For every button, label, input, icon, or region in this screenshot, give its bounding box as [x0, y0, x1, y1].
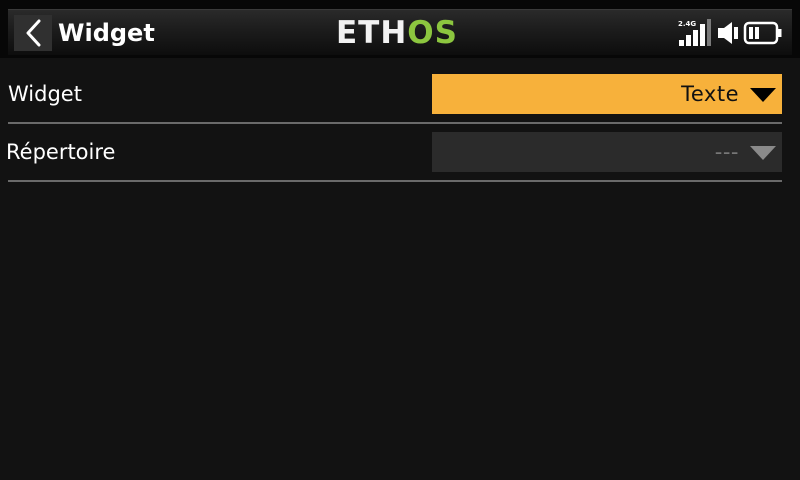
repertoire-value: --- — [714, 140, 739, 164]
setting-label-repertoire: Répertoire — [6, 140, 116, 164]
page-title: Widget — [58, 19, 155, 47]
status-indicators: 2.4G — [676, 18, 788, 48]
row-divider — [8, 180, 782, 182]
caret-down-icon — [750, 88, 776, 102]
speaker-icon — [718, 22, 738, 44]
chevron-left-icon — [26, 19, 41, 47]
logo-text-os: OS — [407, 15, 458, 51]
ethos-logo: ETH OS — [336, 15, 458, 51]
widget-settings-screen: Widget ETH OS 2.4G Widget Texte Répertoi… — [0, 0, 800, 480]
rf-band-label: 2.4G — [678, 20, 696, 28]
setting-label-widget: Widget — [8, 82, 82, 106]
back-button[interactable] — [14, 15, 52, 51]
battery-icon — [743, 21, 782, 45]
repertoire-dropdown[interactable]: --- — [432, 132, 782, 172]
setting-row-repertoire: Répertoire --- — [6, 124, 782, 182]
caret-down-icon — [750, 146, 776, 160]
signal-bars-icon: 2.4G — [678, 19, 711, 46]
setting-row-widget: Widget Texte — [8, 66, 782, 124]
widget-type-value: Texte — [681, 82, 739, 106]
logo-text-eth: ETH — [336, 15, 408, 51]
widget-type-dropdown[interactable]: Texte — [432, 74, 782, 114]
top-bar: Widget ETH OS 2.4G — [0, 0, 800, 58]
